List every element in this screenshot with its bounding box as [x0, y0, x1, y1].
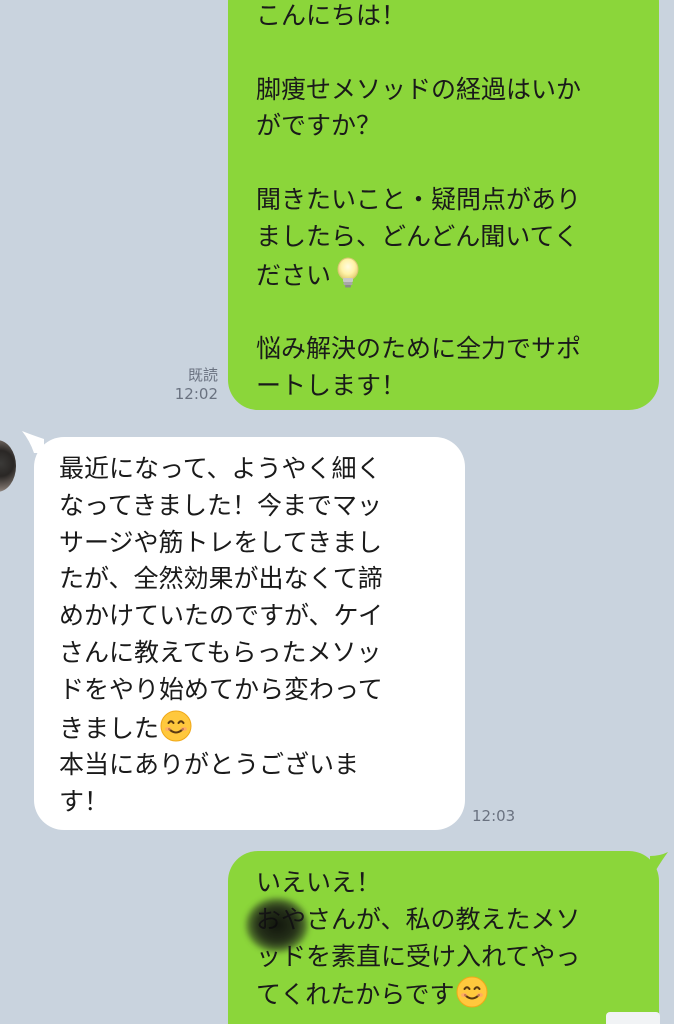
smiling-face-icon	[159, 709, 193, 743]
outgoing-message-bubble[interactable]: こんにちは！ 脚痩せメソッドの経過はいか がですか？ 聞きたいこと・疑問点があり…	[228, 0, 659, 410]
message-text: 最近になって、ようやく細く なってきました！今までマッ サージや筋トレをしてきま…	[59, 454, 384, 743]
timestamp: 12:03	[472, 807, 516, 825]
chat-view[interactable]: こんにちは！ 脚痩せメソッドの経過はいか がですか？ 聞きたいこと・疑問点があり…	[0, 0, 674, 1024]
incoming-message-bubble[interactable]: 最近になって、ようやく細く なってきました！今までマッ サージや筋トレをしてきま…	[34, 437, 465, 830]
bubble-tail	[650, 852, 668, 870]
message-text-continued: 本当にありがとうございま す！	[59, 750, 360, 817]
timestamp: 12:02	[174, 385, 218, 403]
read-receipt: 既読	[187, 366, 218, 384]
message-meta: 12:03	[472, 806, 524, 826]
message-text-continued: 悩み解決のために全力でサポ ートします！	[256, 334, 582, 400]
smiling-face-icon	[455, 975, 489, 1009]
message-text: いえいえ！ おやさんが、私の教えたメソ ッドを素直に受け入れてやっ てくれたから…	[256, 868, 581, 1010]
message-meta: 既読 12:02	[160, 366, 218, 404]
redaction-blur	[246, 898, 308, 952]
lightbulb-icon	[331, 256, 365, 290]
message-text: こんにちは！ 脚痩せメソッドの経過はいか がですか？ 聞きたいこと・疑問点があり…	[256, 1, 582, 290]
avatar[interactable]	[0, 440, 16, 492]
corner-overlay	[606, 1012, 660, 1024]
